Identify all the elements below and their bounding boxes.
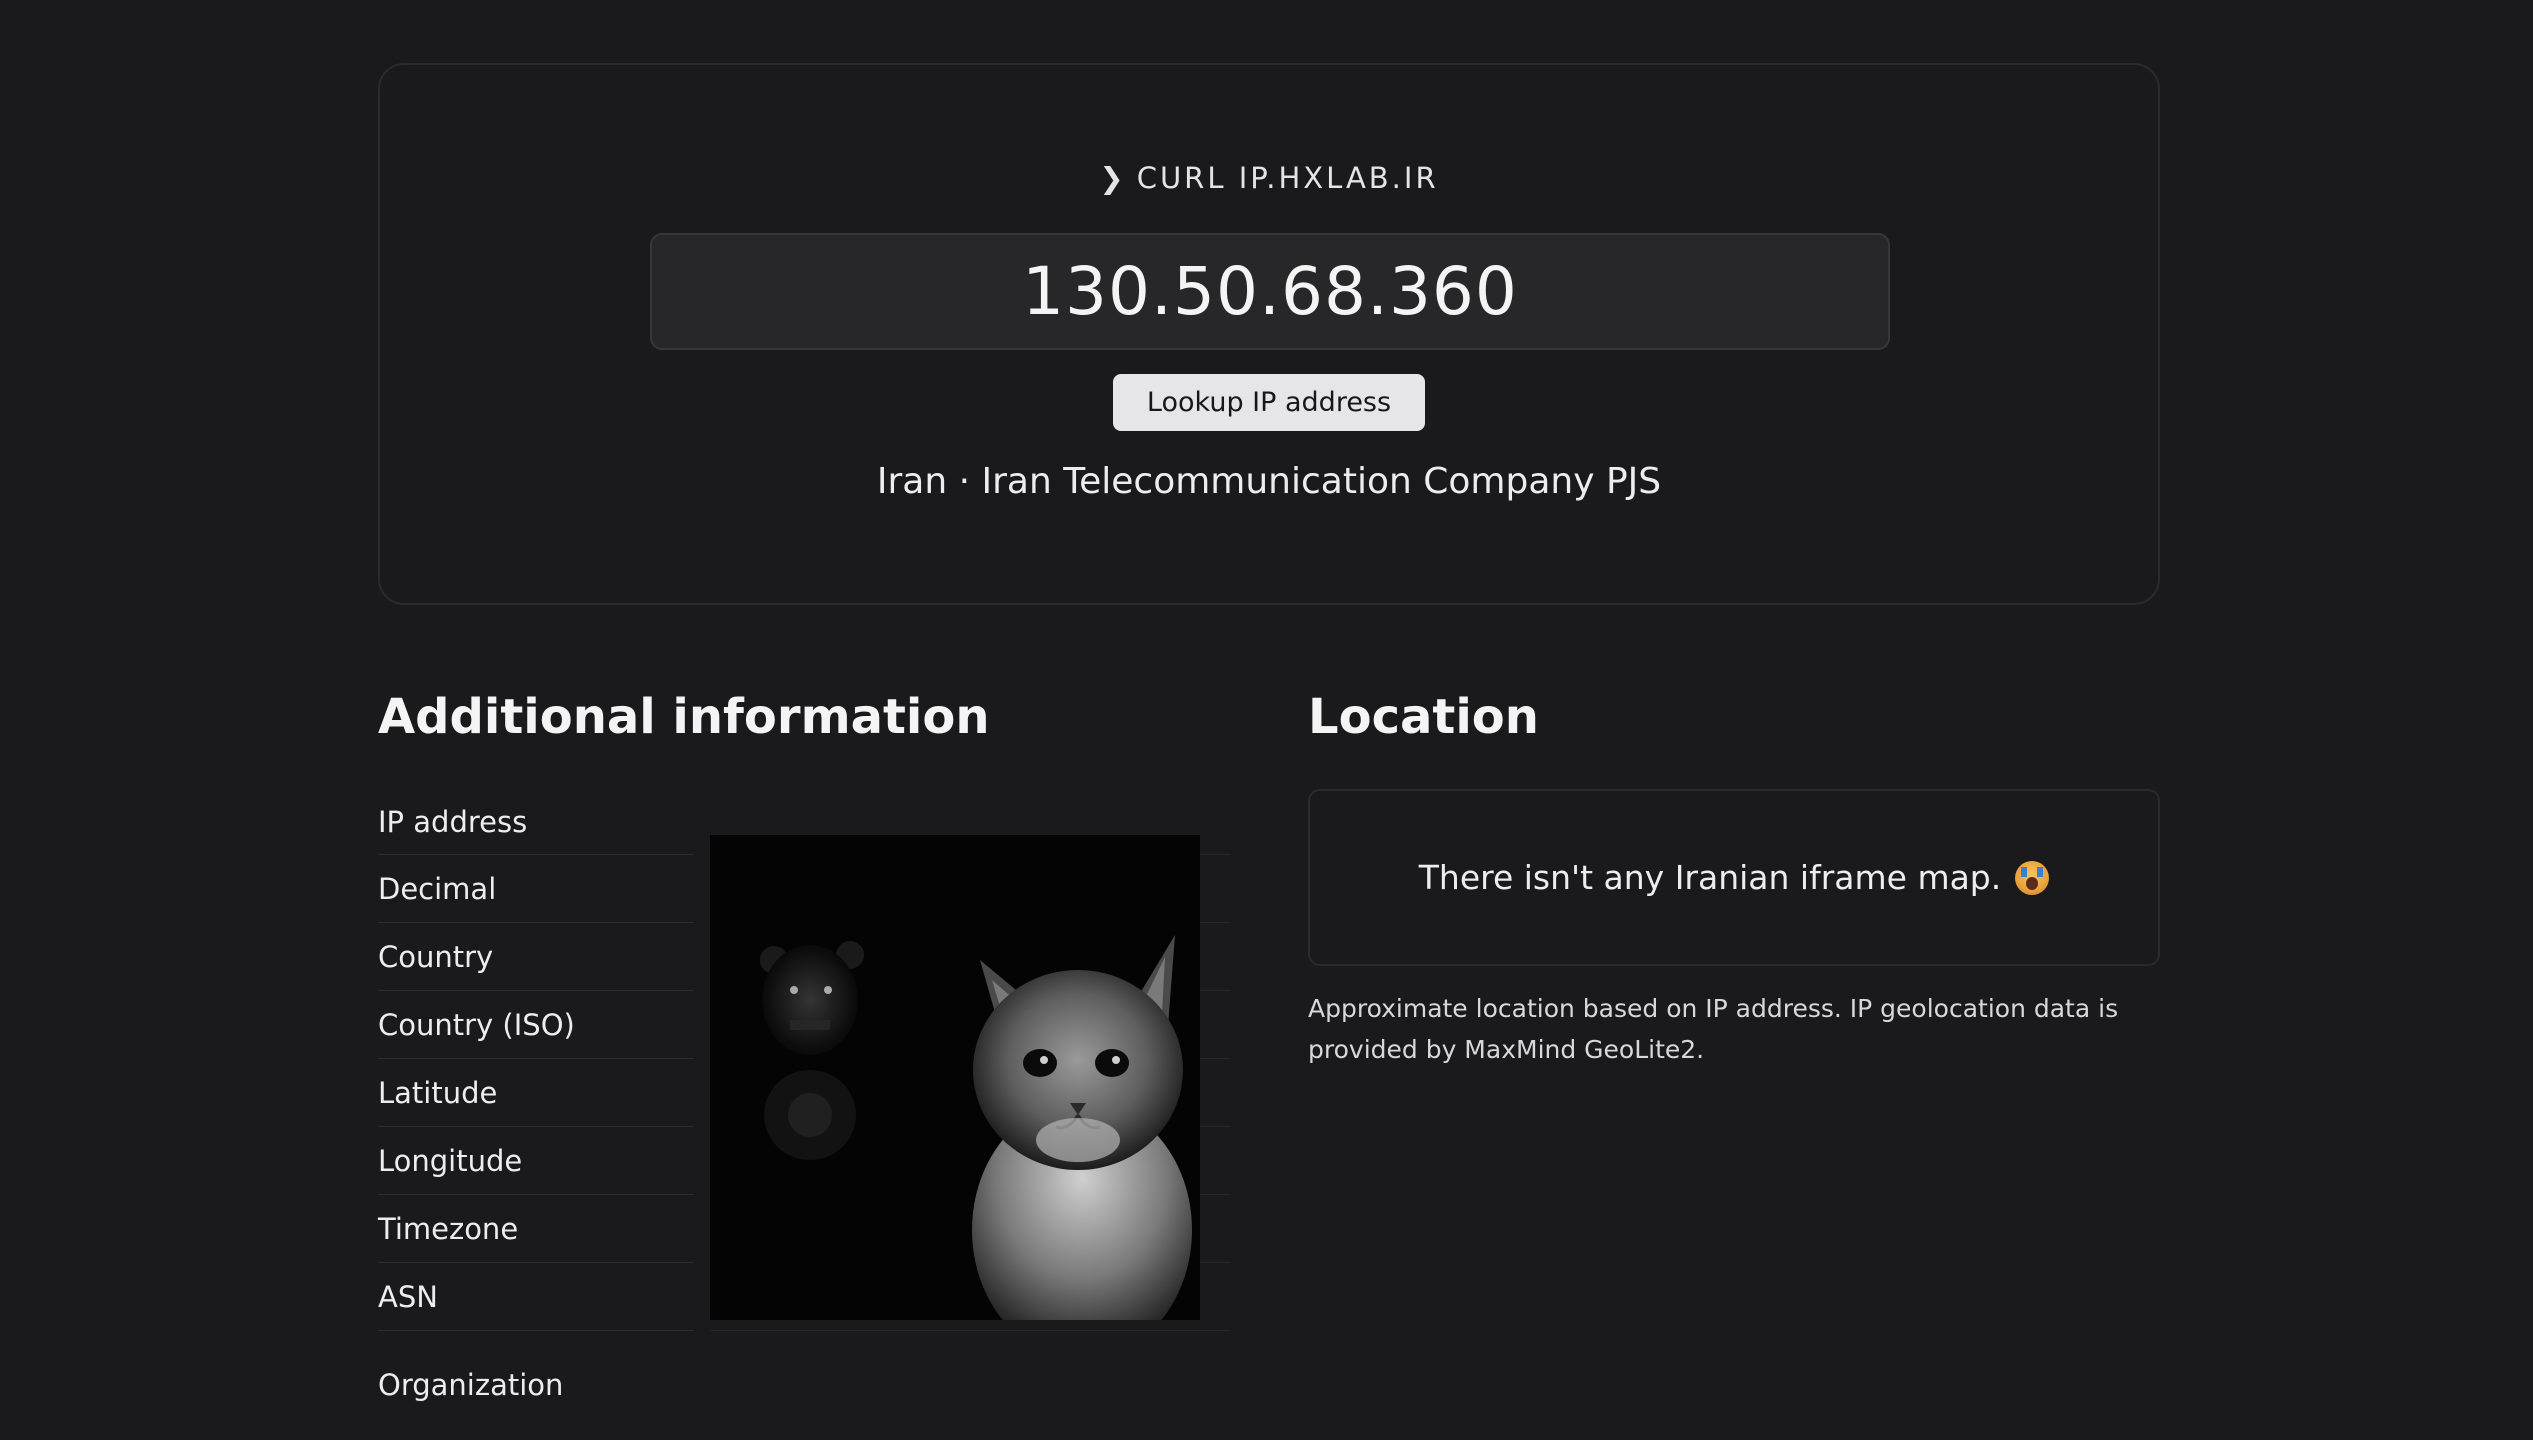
- info-label-longitude: Longitude: [378, 1127, 693, 1195]
- info-label-organization: Organization: [378, 1368, 564, 1402]
- info-label-timezone: Timezone: [378, 1195, 693, 1263]
- location-note: Approximate location based on IP address…: [1308, 994, 2119, 1064]
- info-label-ip-address: IP address: [378, 790, 693, 855]
- ip-address-input[interactable]: 130.50.68.360: [650, 233, 1890, 350]
- ip-hero-card: ❯ CURL IP.HXLAB.IR 130.50.68.360 Lookup I…: [378, 63, 2160, 605]
- info-label-country: Country: [378, 923, 693, 991]
- cat-photo: [710, 835, 1200, 1320]
- map-placeholder-text: There isn't any Iranian iframe map.: [1418, 858, 2002, 897]
- face-screaming-emoji-icon: [2015, 860, 2050, 895]
- chevron-right-icon: ❯: [1099, 161, 1127, 195]
- ip-summary: Iran · Iran Telecommunication Company PJ…: [876, 461, 1662, 502]
- curl-command-text: CURL IP.HXLAB.IR: [1136, 161, 1439, 195]
- additional-info-heading: Additional information: [378, 689, 990, 745]
- page: ❯ CURL IP.HXLAB.IR 130.50.68.360 Lookup I…: [0, 0, 2533, 1440]
- info-label-decimal: Decimal: [378, 855, 693, 923]
- map-placeholder: There isn't any Iranian iframe map.: [1308, 789, 2160, 966]
- lookup-ip-button[interactable]: Lookup IP address: [1113, 374, 1425, 431]
- info-label-latitude: Latitude: [378, 1059, 693, 1127]
- info-label-country-iso: Country (ISO): [378, 991, 693, 1059]
- location-heading: Location: [1308, 689, 1539, 745]
- info-list: IP address Decimal Country Country (ISO)…: [378, 790, 693, 1419]
- curl-command: ❯ CURL IP.HXLAB.IR: [380, 161, 2158, 195]
- info-label-asn: ASN: [378, 1263, 693, 1331]
